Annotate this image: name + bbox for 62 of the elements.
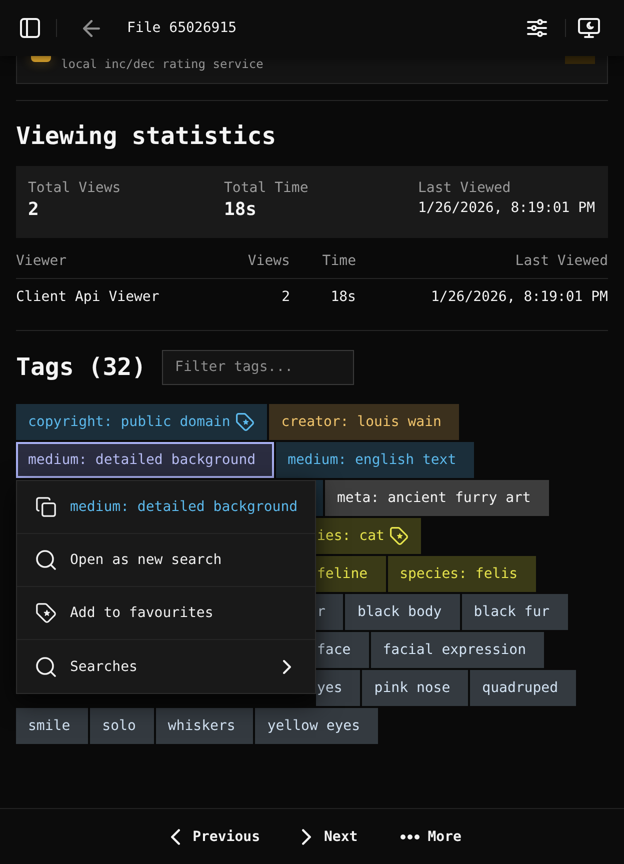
tag-chip[interactable]: meta: ancient furry art [325, 480, 549, 516]
column-header: Viewer [16, 246, 230, 279]
sliders-icon [527, 19, 547, 37]
filter-input[interactable]: Filter tags... [162, 350, 354, 384]
nav-button[interactable]: Previous [160, 820, 270, 852]
tag-star-icon [36, 603, 56, 623]
tag-star-icon [390, 527, 408, 545]
stat-value: 2 [28, 198, 40, 222]
section-title: Tags (32) [16, 352, 146, 382]
menu-item[interactable]: medium: detailed background [17, 481, 315, 534]
section-title: Viewing statistics [16, 121, 278, 151]
stat-value: 18s [224, 198, 258, 222]
tag-chip[interactable]: black fur [462, 594, 568, 630]
tag-chip[interactable]: copyright: public domain [16, 404, 268, 440]
count-badge [565, 56, 595, 64]
more-icon [400, 834, 420, 840]
chevron-right-icon [283, 660, 291, 674]
tag-chip[interactable]: creator: louis wain [269, 404, 460, 440]
sidebar-icon [20, 18, 40, 38]
menu-item[interactable]: Open as new search [17, 534, 315, 587]
chevron-left-icon [170, 828, 180, 844]
chevron-right-icon [302, 828, 311, 844]
search-icon [36, 656, 56, 676]
tag-chip[interactable]: species: felis [388, 556, 536, 592]
tag-chip[interactable]: ies: cat [316, 518, 422, 554]
tag-chip[interactable]: smile [16, 708, 88, 744]
copy-icon [36, 497, 56, 517]
nav-button[interactable]: Next [292, 820, 368, 852]
tag-chip[interactable]: pink nose [362, 670, 468, 706]
column-header: Views [230, 246, 290, 279]
stat-label: Total Time [224, 179, 310, 198]
tag-chip[interactable]: feline [316, 556, 386, 592]
tag-chip[interactable]: whiskers [156, 708, 254, 744]
menu-item[interactable]: Add to favourites [17, 587, 315, 640]
tag-star-icon [236, 413, 254, 431]
search-icon [36, 550, 56, 570]
tag-chip[interactable]: yes [316, 670, 360, 706]
table-cell-text: 1/26/2026, 8:19:01 PM [430, 288, 608, 307]
arrow-left-icon [82, 20, 100, 36]
menu-item[interactable]: Searches [17, 640, 315, 693]
page-title: File 65026915 [127, 20, 237, 36]
stat-value: 1/26/2026, 8:19:01 PM [418, 199, 596, 218]
tag-chip[interactable]: black body [345, 594, 460, 630]
tag-chip[interactable]: medium: detailed background [16, 442, 274, 478]
tag-chip[interactable]: facial expression [370, 632, 544, 668]
column-header: Last Viewed [356, 246, 608, 279]
tag-chip[interactable]: solo [90, 708, 154, 744]
table-cell-text: Client Api Viewer [16, 288, 160, 307]
nav-button[interactable]: More [390, 820, 472, 852]
table-cell-text: 2 [280, 288, 290, 307]
stat-label: Total Views [28, 179, 122, 198]
tag-chip[interactable]: medium: english text [276, 442, 474, 478]
tag-chip[interactable]: r [316, 594, 344, 630]
tag-chip[interactable]: yellow eyes [255, 708, 378, 744]
service-name: local inc/dec rating service [61, 56, 264, 72]
tag-chip[interactable]: quadruped [470, 670, 576, 706]
table-cell-text: 18s [330, 288, 356, 307]
monitor-icon [578, 18, 600, 38]
stat-label: Last Viewed [418, 179, 512, 198]
square-icon [31, 56, 51, 62]
column-header: Time [290, 246, 356, 279]
tag-chip[interactable]: face [316, 632, 369, 668]
